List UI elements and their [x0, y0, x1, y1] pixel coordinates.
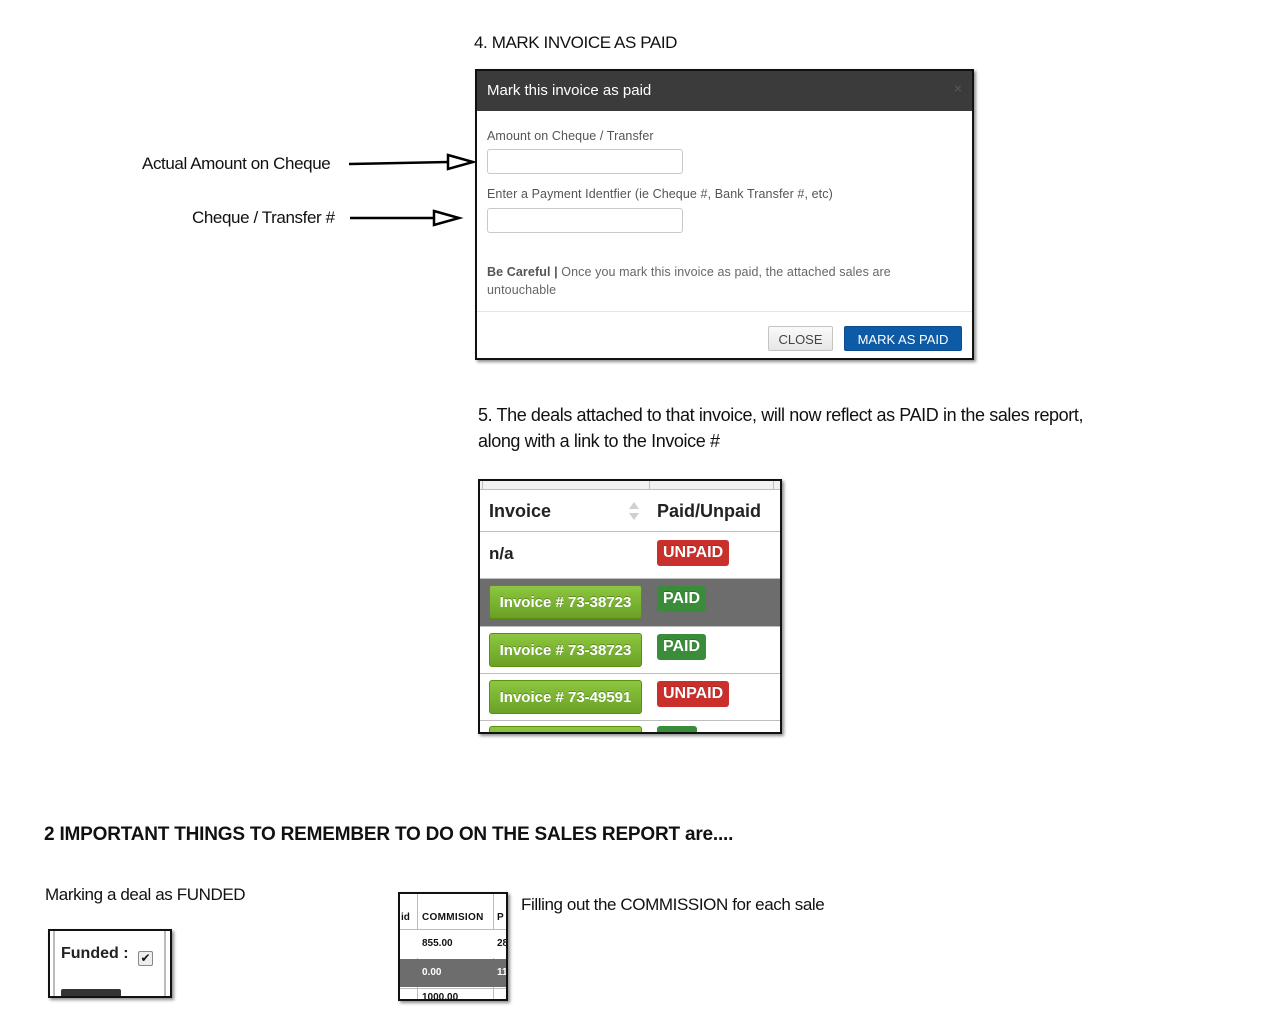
- commission-thumbnail: id COMMISION P 855.00 28 0.00 11 1000.00: [398, 892, 508, 1001]
- payment-identifier-label: Enter a Payment Identfier (ie Cheque #, …: [487, 187, 833, 201]
- mark-paid-modal: Mark this invoice as paid × Amount on Ch…: [475, 69, 974, 360]
- funded-caption: Marking a deal as FUNDED: [45, 885, 246, 904]
- invoice-link-button[interactable]: Invoice # 73-38723: [489, 633, 642, 667]
- invoice-link-button[interactable]: Invoice # 73-38723: [489, 585, 642, 619]
- warning-text: Once you mark this invoice as paid, the …: [557, 265, 891, 279]
- amount-input[interactable]: [487, 149, 683, 174]
- table-row: Invoice # 73-38723 PAID: [480, 626, 780, 673]
- commission-right: 11: [497, 967, 508, 978]
- commission-value[interactable]: 1000.00: [422, 992, 458, 999]
- amount-label: Amount on Cheque / Transfer: [487, 129, 654, 143]
- status-badge: PAID: [657, 586, 707, 612]
- commission-right: 28: [497, 938, 508, 949]
- warning-text-2: untouchable: [487, 283, 557, 297]
- funded-label: Funded :: [61, 945, 129, 962]
- table-row: [480, 720, 780, 732]
- step5-line1: 5. The deals attached to that invoice, w…: [478, 405, 1084, 425]
- table-row: 1000.00: [400, 988, 506, 999]
- commission-header: id COMMISION P: [400, 907, 506, 930]
- table-row: 0.00 11: [400, 959, 506, 987]
- step4-title: 4. MARK INVOICE AS PAID: [474, 33, 678, 52]
- arrow-amount-icon: [348, 153, 478, 171]
- table-row: Invoice # 73-49591 UNPAID: [480, 673, 780, 720]
- funded-thumbnail: Funded : ✔: [48, 929, 172, 998]
- annotation-arrows: [348, 153, 478, 227]
- col-p: P: [497, 912, 504, 923]
- modal-title: Mark this invoice as paid: [487, 82, 652, 99]
- col-id: id: [401, 912, 410, 923]
- status-badge: UNPAID: [657, 540, 730, 566]
- mark-as-paid-button[interactable]: MARK AS PAID: [844, 326, 962, 351]
- warning-message: Be Careful | Once you mark this invoice …: [487, 263, 957, 299]
- important-heading: 2 IMPORTANT THINGS TO REMEMBER TO DO ON …: [44, 824, 734, 845]
- commission-caption: Filling out the COMMISSION for each sale: [521, 895, 825, 914]
- table-row: 855.00 28: [400, 930, 506, 958]
- warning-bold: Be Careful |: [487, 265, 558, 279]
- close-button[interactable]: CLOSE: [768, 326, 833, 351]
- close-icon[interactable]: ×: [954, 71, 962, 105]
- modal-footer: CLOSE MARK AS PAID: [477, 311, 972, 358]
- table-header: Invoice Paid/Unpaid: [480, 489, 780, 532]
- invoice-link-button-partial[interactable]: [489, 726, 642, 732]
- invoice-table: Invoice Paid/Unpaid n/a UNPAID Invoice #…: [478, 479, 782, 734]
- arrow-cheque-icon: [350, 209, 464, 227]
- annotation-amount: Actual Amount on Cheque: [142, 154, 331, 173]
- annotation-cheque: Cheque / Transfer #: [192, 208, 335, 227]
- commission-value[interactable]: 855.00: [422, 938, 453, 949]
- sort-icon[interactable]: [628, 500, 640, 522]
- modal-header: Mark this invoice as paid ×: [477, 71, 972, 111]
- step5-line2: along with a link to the Invoice #: [478, 431, 720, 451]
- payment-identifier-input[interactable]: [487, 208, 683, 233]
- invoice-na: n/a: [489, 544, 514, 563]
- status-badge: PAID: [657, 634, 707, 660]
- col-invoice[interactable]: Invoice: [489, 501, 551, 522]
- funded-checkbox[interactable]: ✔: [138, 951, 153, 966]
- status-badge: UNPAID: [657, 681, 730, 707]
- commission-value[interactable]: 0.00: [422, 967, 441, 978]
- invoice-link-button[interactable]: Invoice # 73-49591: [489, 680, 642, 714]
- checkmark-icon: ✔: [140, 951, 151, 965]
- status-badge-partial: [657, 726, 697, 732]
- col-paid-unpaid[interactable]: Paid/Unpaid: [657, 501, 761, 522]
- table-row: n/a UNPAID: [480, 531, 780, 578]
- table-row: Invoice # 73-38723 PAID: [480, 578, 780, 626]
- col-commission: COMMISION: [422, 912, 484, 923]
